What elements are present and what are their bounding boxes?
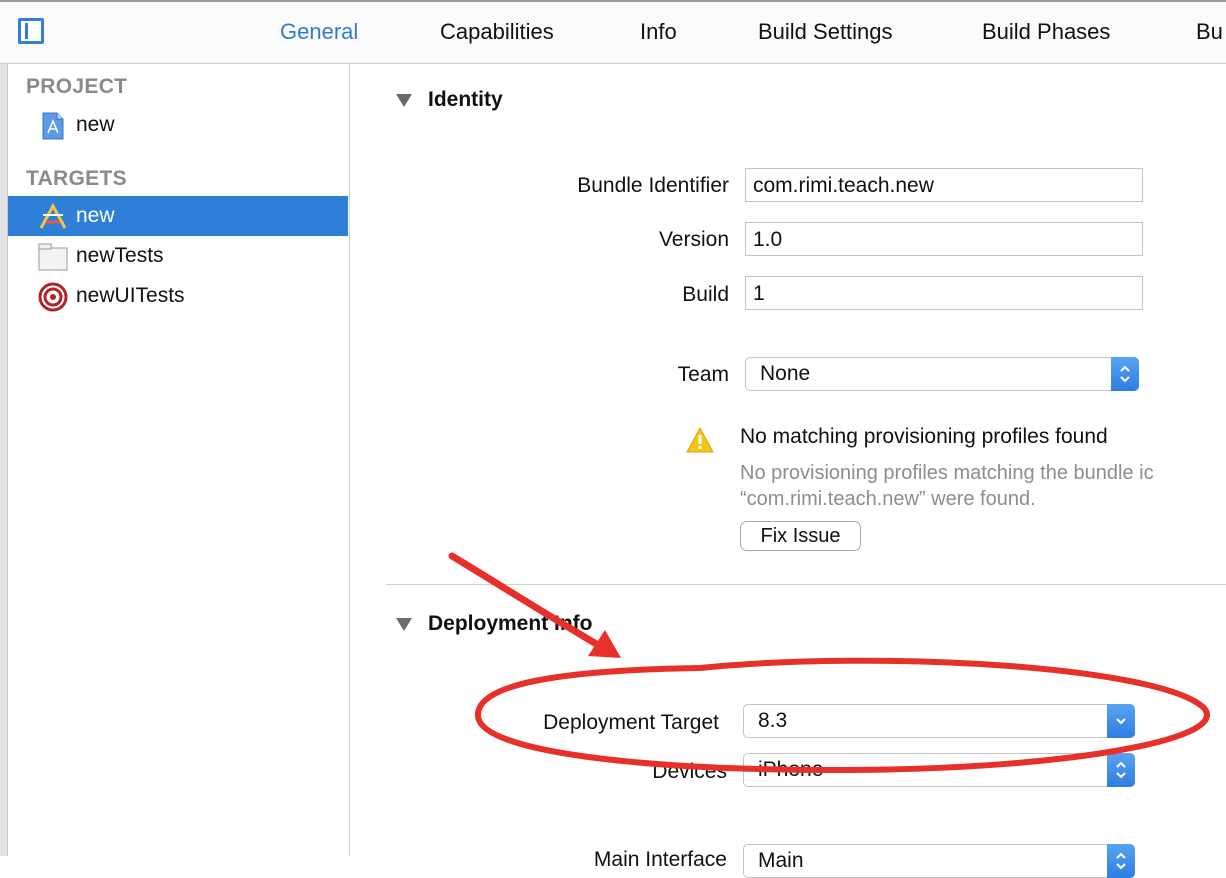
updown-chevron-icon xyxy=(1107,753,1135,787)
editor-tab-bar: General Capabilities Info Build Settings… xyxy=(0,0,1226,64)
section-divider xyxy=(386,584,1226,585)
team-label: Team xyxy=(677,363,729,386)
main-interface-value: Main xyxy=(758,849,804,872)
devices-value: iPhone xyxy=(758,758,824,781)
deployment-disclosure-triangle-icon[interactable] xyxy=(396,618,412,631)
updown-chevron-icon xyxy=(1107,844,1135,878)
warning-icon xyxy=(686,427,714,453)
sidebar-item-label: new xyxy=(76,204,115,227)
sidebar-item-target-new[interactable]: new xyxy=(8,196,348,236)
ui-test-target-icon xyxy=(38,282,68,312)
chevron-down-icon xyxy=(1107,704,1135,738)
window-top-border xyxy=(0,0,1226,2)
version-field[interactable]: 1.0 xyxy=(745,222,1143,256)
tab-general[interactable]: General xyxy=(280,19,358,45)
targets-section-header: TARGETS xyxy=(26,167,127,190)
warning-detail-line: “com.rimi.teach.new” were found. xyxy=(740,488,1036,510)
tab-build-rules[interactable]: Bu xyxy=(1196,19,1223,45)
navigator-toggle-icon[interactable] xyxy=(18,18,44,44)
app-target-icon xyxy=(39,202,67,229)
bundle-identifier-field[interactable]: com.rimi.teach.new xyxy=(745,168,1143,202)
deployment-target-label: Deployment Target xyxy=(543,711,719,734)
tab-info[interactable]: Info xyxy=(640,19,677,45)
sidebar-item-label: newUITests xyxy=(76,284,185,307)
build-label: Build xyxy=(682,283,729,306)
bundle-identifier-label: Bundle Identifier xyxy=(577,174,729,197)
sidebar-item-label: newTests xyxy=(76,244,164,267)
fix-issue-button[interactable]: Fix Issue xyxy=(740,521,861,551)
provisioning-warning-detail: No provisioning profiles matching the bu… xyxy=(740,460,1154,512)
sidebar-item-target-newtests[interactable]: newTests xyxy=(8,236,348,276)
tab-capabilities[interactable]: Capabilities xyxy=(440,19,554,45)
devices-label: Devices xyxy=(652,760,727,783)
warning-detail-line: No provisioning profiles matching the bu… xyxy=(740,462,1154,484)
project-file-icon xyxy=(42,112,64,140)
sidebar-item-label: new xyxy=(76,113,115,136)
sidebar-item-project[interactable]: new xyxy=(8,105,348,145)
general-settings-pane: Identity Bundle Identifier com.rimi.teac… xyxy=(350,64,1226,878)
main-interface-popup[interactable]: Main xyxy=(743,844,1135,878)
version-label: Version xyxy=(658,228,729,251)
deployment-target-value: 8.3 xyxy=(758,709,788,732)
sidebar-item-target-newuitests[interactable]: newUITests xyxy=(8,276,348,316)
team-popup-value: None xyxy=(760,362,811,385)
test-bundle-icon xyxy=(38,243,68,271)
project-targets-sidebar: PROJECT new TARGETS new newTests newUITe xyxy=(0,64,350,856)
build-field[interactable]: 1 xyxy=(745,276,1143,310)
devices-popup[interactable]: iPhone xyxy=(743,753,1135,787)
tab-build-settings[interactable]: Build Settings xyxy=(758,19,893,45)
provisioning-warning-title: No matching provisioning profiles found xyxy=(740,425,1108,448)
deployment-target-popup[interactable]: 8.3 xyxy=(743,704,1135,738)
tab-build-phases[interactable]: Build Phases xyxy=(982,19,1110,45)
updown-chevron-icon xyxy=(1111,357,1139,391)
team-popup[interactable]: None xyxy=(745,357,1139,391)
sidebar-edge xyxy=(0,64,8,856)
deployment-section-title: Deployment Info xyxy=(428,612,593,635)
identity-section-title: Identity xyxy=(428,88,503,111)
project-section-header: PROJECT xyxy=(26,75,128,98)
main-interface-label: Main Interface xyxy=(593,848,727,871)
identity-disclosure-triangle-icon[interactable] xyxy=(396,94,412,107)
